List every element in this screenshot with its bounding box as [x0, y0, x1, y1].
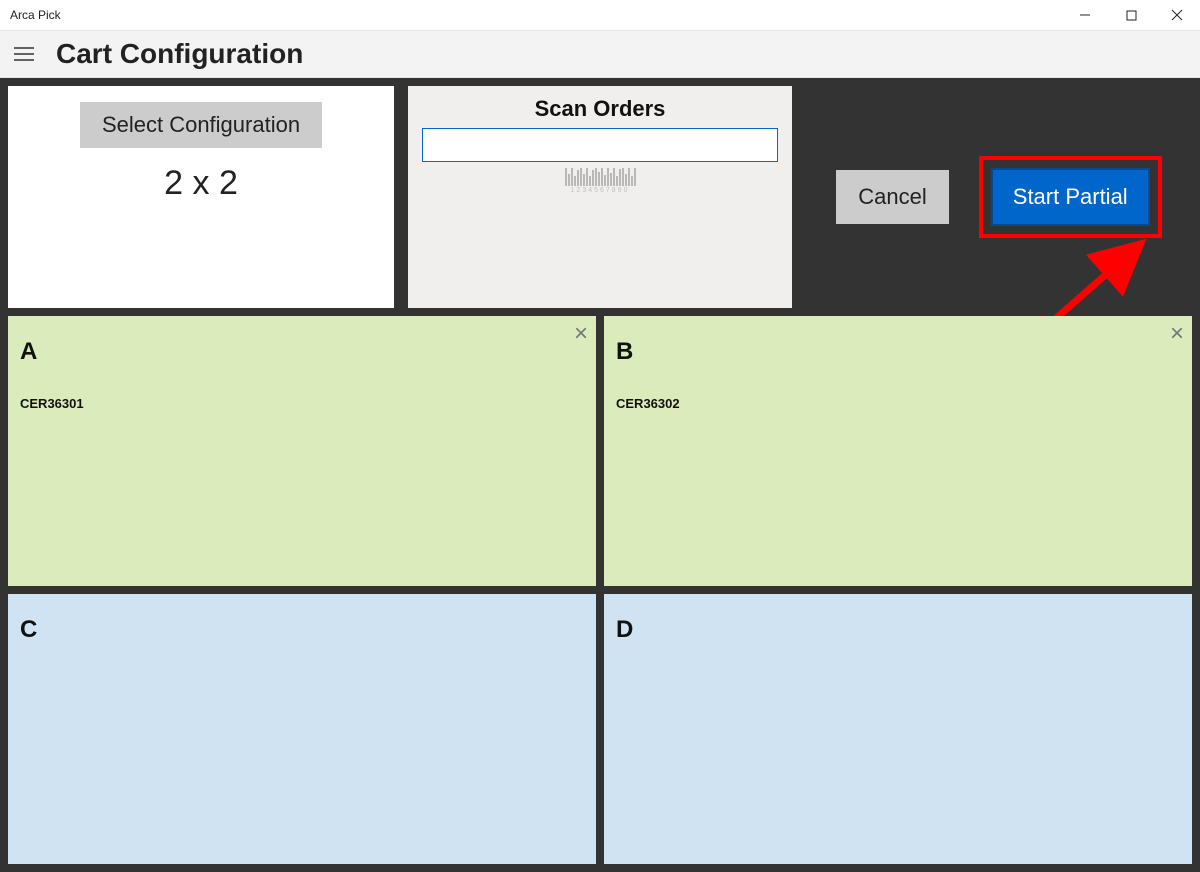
slot-b-close-icon[interactable]: × [1170, 322, 1184, 346]
actions-panel: Cancel Start Partial [806, 86, 1192, 308]
close-icon [1171, 9, 1183, 21]
close-window-button[interactable] [1154, 0, 1200, 30]
start-partial-button[interactable]: Start Partial [991, 168, 1150, 226]
hamburger-icon [14, 47, 34, 61]
header-bar: Cart Configuration [0, 30, 1200, 78]
main-area: Select Configuration 2 x 2 Scan Orders 1… [0, 78, 1200, 872]
scan-input[interactable] [422, 128, 778, 162]
window-title: Arca Pick [10, 8, 61, 22]
slot-a-close-icon[interactable]: × [574, 322, 588, 346]
configuration-panel: Select Configuration 2 x 2 [8, 86, 394, 308]
window-controls [1062, 0, 1200, 30]
maximize-button[interactable] [1108, 0, 1154, 30]
barcode-icon [565, 168, 636, 186]
configuration-value: 2 x 2 [164, 164, 238, 203]
slot-c[interactable]: C [8, 594, 596, 864]
slot-b[interactable]: B CER36302 × [604, 316, 1192, 586]
slot-c-label: C [20, 616, 580, 644]
scan-orders-panel: Scan Orders 1234567890 [408, 86, 792, 308]
minimize-button[interactable] [1062, 0, 1108, 30]
slot-a-order: CER36301 [20, 396, 84, 411]
slot-a-label: A [20, 338, 580, 366]
menu-button[interactable] [0, 30, 48, 78]
slot-b-order: CER36302 [616, 396, 680, 411]
barcode-graphic: 1234567890 [565, 168, 636, 194]
highlight-annotation: Start Partial [979, 156, 1162, 238]
select-configuration-button[interactable]: Select Configuration [80, 102, 322, 148]
top-row: Select Configuration 2 x 2 Scan Orders 1… [8, 86, 1192, 308]
maximize-icon [1126, 10, 1137, 21]
slot-a[interactable]: A CER36301 × [8, 316, 596, 586]
cancel-button[interactable]: Cancel [836, 170, 948, 224]
slot-d-label: D [616, 616, 1176, 644]
page-title: Cart Configuration [48, 38, 303, 70]
scan-orders-title: Scan Orders [535, 96, 666, 122]
cart-grid: A CER36301 × B CER36302 × C D [8, 316, 1192, 864]
barcode-number: 1234567890 [571, 187, 630, 194]
window-titlebar: Arca Pick [0, 0, 1200, 30]
slot-b-label: B [616, 338, 1176, 366]
slot-d[interactable]: D [604, 594, 1192, 864]
minimize-icon [1079, 9, 1091, 21]
